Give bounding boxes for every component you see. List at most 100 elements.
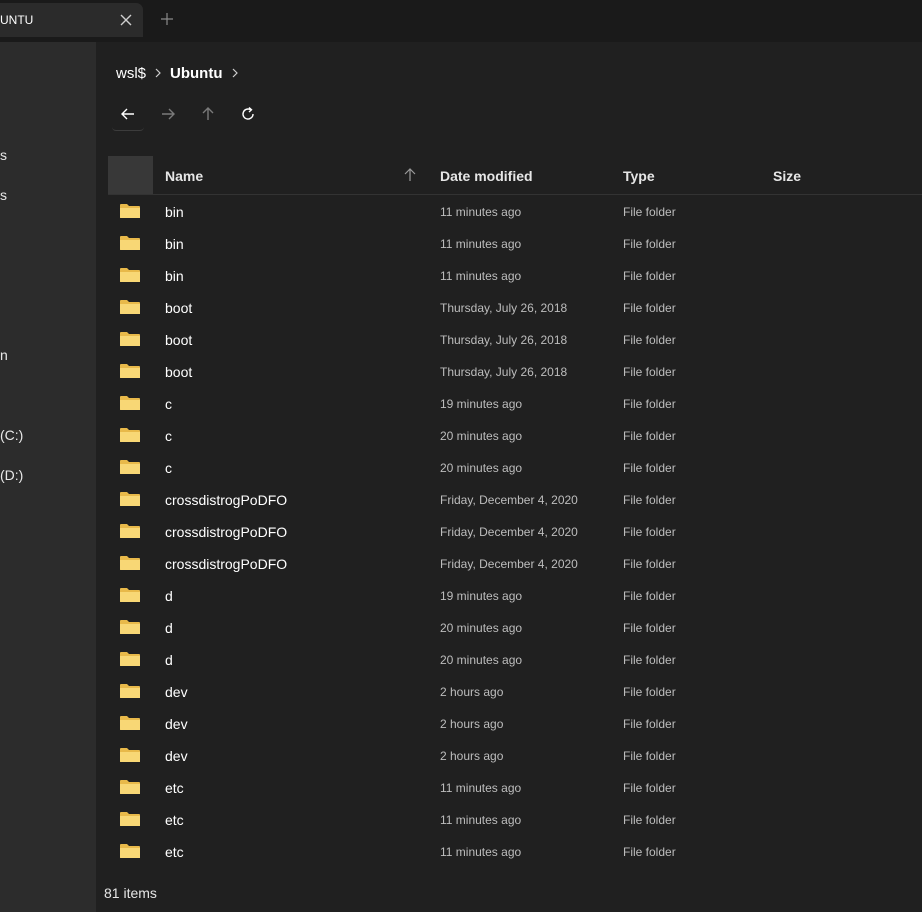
column-header-name[interactable]: Name (165, 168, 203, 184)
file-type: File folder (623, 301, 676, 315)
main-pane: wsl$ Ubuntu Name Date modified Type Size… (96, 42, 922, 912)
up-button[interactable] (192, 98, 224, 130)
folder-icon (120, 332, 140, 346)
file-name: dev (165, 716, 188, 732)
file-date-modified: 2 hours ago (440, 749, 504, 763)
file-date-modified: Friday, December 4, 2020 (440, 493, 578, 507)
file-date-modified: 11 minutes ago (440, 269, 522, 283)
plus-icon[interactable] (159, 11, 175, 27)
file-date-modified: 20 minutes ago (440, 429, 523, 443)
file-date-modified: 11 minutes ago (440, 205, 522, 219)
file-date-modified: 20 minutes ago (440, 621, 523, 635)
file-row[interactable]: d 20 minutes ago File folder (108, 611, 922, 643)
file-date-modified: 19 minutes ago (440, 589, 523, 603)
file-row[interactable]: boot Thursday, July 26, 2018 File folder (108, 291, 922, 323)
file-type: File folder (623, 845, 676, 859)
folder-icon (120, 748, 140, 762)
file-type: File folder (623, 237, 676, 251)
file-type: File folder (623, 557, 676, 571)
sidebar-item-2[interactable]: s (0, 184, 7, 206)
file-date-modified: 20 minutes ago (440, 653, 523, 667)
chevron-right-icon[interactable] (150, 65, 166, 81)
file-name: boot (165, 332, 193, 348)
file-row[interactable]: c 20 minutes ago File folder (108, 451, 922, 483)
file-date-modified: 11 minutes ago (440, 813, 522, 827)
file-row[interactable]: bin 11 minutes ago File folder (108, 195, 922, 227)
file-type: File folder (623, 749, 676, 763)
sort-ascending-icon[interactable] (403, 168, 417, 182)
breadcrumb-ubuntu[interactable]: Ubuntu (170, 65, 222, 82)
file-row[interactable]: boot Thursday, July 26, 2018 File folder (108, 323, 922, 355)
column-header-size[interactable]: Size (773, 168, 801, 184)
file-row[interactable]: etc 11 minutes ago File folder (108, 835, 922, 867)
file-name: boot (165, 300, 193, 316)
folder-icon (120, 364, 140, 378)
chevron-right-icon[interactable] (227, 65, 243, 81)
file-row[interactable]: dev 2 hours ago File folder (108, 707, 922, 739)
file-name: etc (165, 812, 184, 828)
tab-title: UNTU (0, 13, 34, 27)
folder-icon (120, 524, 140, 538)
file-row[interactable]: boot Thursday, July 26, 2018 File folder (108, 355, 922, 387)
close-icon[interactable] (118, 12, 134, 28)
arrow-right-icon (162, 108, 175, 120)
file-row[interactable]: dev 2 hours ago File folder (108, 739, 922, 771)
file-date-modified: Thursday, July 26, 2018 (440, 301, 568, 315)
file-row[interactable]: etc 11 minutes ago File folder (108, 771, 922, 803)
file-row[interactable]: d 20 minutes ago File folder (108, 643, 922, 675)
refresh-button[interactable] (232, 98, 264, 130)
sidebar-item-3[interactable]: n (0, 344, 8, 366)
file-name: crossdistrogPoDFO (165, 524, 288, 540)
file-name: c (165, 396, 172, 412)
file-type: File folder (623, 493, 676, 507)
file-name: bin (165, 268, 184, 284)
tab-ubuntu[interactable]: UNTU (0, 3, 143, 37)
file-name: dev (165, 684, 188, 700)
breadcrumb: wsl$ Ubuntu (116, 62, 247, 84)
file-date-modified: Thursday, July 26, 2018 (440, 333, 568, 347)
file-type: File folder (623, 365, 676, 379)
column-header-date[interactable]: Date modified (440, 168, 533, 184)
file-date-modified: Friday, December 4, 2020 (440, 557, 578, 571)
file-row[interactable]: etc 11 minutes ago File folder (108, 803, 922, 835)
file-name: d (165, 588, 173, 604)
file-date-modified: Thursday, July 26, 2018 (440, 365, 568, 379)
file-type: File folder (623, 781, 676, 795)
file-row[interactable]: d 19 minutes ago File folder (108, 579, 922, 611)
folder-icon (120, 268, 140, 282)
arrow-up-icon (202, 107, 214, 120)
file-type: File folder (623, 333, 676, 347)
file-type: File folder (623, 397, 676, 411)
file-date-modified: 2 hours ago (440, 685, 504, 699)
column-header-row: Name Date modified Type Size (108, 156, 922, 195)
breadcrumb-wsl[interactable]: wsl$ (116, 65, 146, 82)
file-row[interactable]: crossdistrogPoDFO Friday, December 4, 202… (108, 483, 922, 515)
sidebar-item-1[interactable]: s (0, 144, 7, 166)
file-date-modified: Friday, December 4, 2020 (440, 525, 578, 539)
file-row[interactable]: bin 11 minutes ago File folder (108, 259, 922, 291)
folder-icon (120, 396, 140, 410)
file-row[interactable]: dev 2 hours ago File folder (108, 675, 922, 707)
folder-icon (120, 588, 140, 602)
file-type: File folder (623, 717, 676, 731)
sidebar-item-drive-c[interactable]: (C:) (0, 424, 23, 446)
file-row[interactable]: crossdistrogPoDFO Friday, December 4, 202… (108, 515, 922, 547)
arrow-left-icon (121, 108, 134, 120)
folder-icon (120, 620, 140, 634)
file-row[interactable]: c 20 minutes ago File folder (108, 419, 922, 451)
file-date-modified: 20 minutes ago (440, 461, 523, 475)
back-button[interactable] (112, 98, 144, 131)
file-type: File folder (623, 685, 676, 699)
folder-icon (120, 492, 140, 506)
column-header-type[interactable]: Type (623, 168, 655, 184)
file-type: File folder (623, 269, 676, 283)
folder-icon (120, 460, 140, 474)
forward-button[interactable] (152, 98, 184, 130)
select-all-header[interactable] (108, 156, 153, 194)
file-type: File folder (623, 461, 676, 475)
file-name: d (165, 620, 173, 636)
file-row[interactable]: c 19 minutes ago File folder (108, 387, 922, 419)
file-row[interactable]: bin 11 minutes ago File folder (108, 227, 922, 259)
sidebar-item-drive-d[interactable]: (D:) (0, 464, 23, 486)
file-row[interactable]: crossdistrogPoDFO Friday, December 4, 202… (108, 547, 922, 579)
